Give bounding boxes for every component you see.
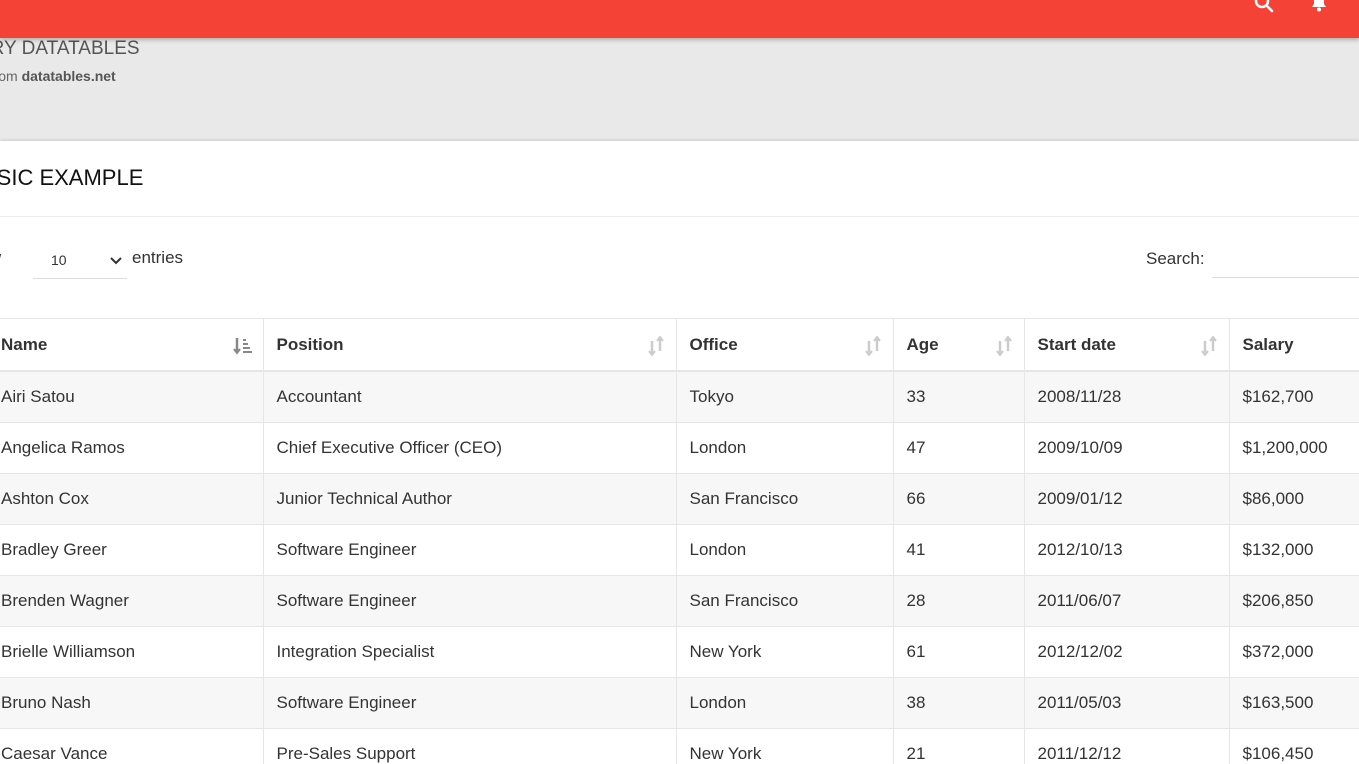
- cell-start-date: 2009/01/12: [1023, 473, 1229, 525]
- sort-both-icon: [646, 335, 666, 357]
- cell-position: Chief Executive Officer (CEO): [262, 422, 676, 474]
- column-header-age[interactable]: Age: [892, 318, 1024, 372]
- column-header-label: Position: [276, 334, 344, 354]
- cell-salary: $162,700: [1228, 371, 1359, 423]
- cell-position: Software Engineer: [262, 575, 676, 627]
- column-header-office[interactable]: Office: [675, 318, 893, 372]
- column-header-start-date[interactable]: Start date: [1023, 318, 1229, 372]
- column-header-label: Salary: [1242, 334, 1294, 354]
- card-divider: [0, 216, 1359, 217]
- cell-office: London: [675, 677, 893, 729]
- cell-name: Brielle Williamson: [0, 626, 263, 678]
- sort-both-icon: [994, 335, 1014, 357]
- column-header-name[interactable]: Name: [0, 318, 263, 372]
- page-title: ERY DATATABLES: [0, 38, 140, 59]
- cell-name: Airi Satou: [0, 371, 263, 423]
- cell-age: 21: [892, 728, 1024, 764]
- column-header-salary[interactable]: Salary: [1228, 318, 1359, 372]
- cell-position: Integration Specialist: [262, 626, 676, 678]
- cell-age: 41: [892, 524, 1024, 576]
- cell-office: London: [675, 422, 893, 474]
- cell-salary: $163,500: [1228, 677, 1359, 729]
- table-row: Angelica Ramos Chief Executive Officer (…: [0, 422, 1359, 474]
- data-table: Name Position Office Age Start date Sala…: [0, 318, 1359, 764]
- cell-office: London: [675, 524, 893, 576]
- datatable-card: ASIC EXAMPLE how 10 entries Search: Name: [0, 141, 1359, 764]
- cell-name: Brenden Wagner: [0, 575, 263, 627]
- top-navbar: [0, 0, 1359, 38]
- cell-position: Pre-Sales Support: [262, 728, 676, 764]
- cell-name: Bruno Nash: [0, 677, 263, 729]
- table-row: Caesar Vance Pre-Sales Support New York …: [0, 728, 1359, 764]
- cell-position: Software Engineer: [262, 524, 676, 576]
- table-row: Bradley Greer Software Engineer London 4…: [0, 524, 1359, 576]
- cell-age: 47: [892, 422, 1024, 474]
- table-row: Airi Satou Accountant Tokyo 33 2008/11/2…: [0, 371, 1359, 423]
- column-header-label: Start date: [1037, 334, 1116, 354]
- datatables-link[interactable]: datatables.net: [22, 68, 116, 84]
- cell-position: Accountant: [262, 371, 676, 423]
- cell-salary: $1,200,000: [1228, 422, 1359, 474]
- subtitle-prefix: n from: [0, 68, 18, 84]
- cell-office: New York: [675, 728, 893, 764]
- entries-length-value: 10: [51, 252, 67, 268]
- block-header: [0, 38, 1359, 141]
- column-header-label: Name: [1, 334, 48, 354]
- sort-ascending-icon: [232, 336, 253, 356]
- bell-icon[interactable]: [1308, 0, 1330, 14]
- sort-both-icon: [863, 335, 883, 357]
- show-label: how: [0, 248, 1, 268]
- cell-name: Angelica Ramos: [0, 422, 263, 474]
- cell-name: Ashton Cox: [0, 473, 263, 525]
- cell-office: New York: [675, 626, 893, 678]
- search-icon[interactable]: [1253, 0, 1275, 14]
- chevron-down-icon: [109, 254, 123, 268]
- card-title: ASIC EXAMPLE: [0, 165, 144, 190]
- cell-age: 28: [892, 575, 1024, 627]
- entries-label: entries: [132, 248, 184, 267]
- cell-start-date: 2009/10/09: [1023, 422, 1229, 474]
- cell-name: Bradley Greer: [0, 524, 263, 576]
- entries-length-select[interactable]: 10: [33, 242, 127, 279]
- cell-salary: $372,000: [1228, 626, 1359, 678]
- search-input[interactable]: [1212, 242, 1359, 278]
- cell-age: 33: [892, 371, 1024, 423]
- cell-salary: $132,000: [1228, 524, 1359, 576]
- cell-office: Tokyo: [675, 371, 893, 423]
- page-subtitle: n from datatables.net: [0, 68, 116, 84]
- cell-start-date: 2012/10/13: [1023, 524, 1229, 576]
- cell-age: 66: [892, 473, 1024, 525]
- cell-salary: $86,000: [1228, 473, 1359, 525]
- cell-position: Junior Technical Author: [262, 473, 676, 525]
- table-row: Brenden Wagner Software Engineer San Fra…: [0, 575, 1359, 627]
- cell-office: San Francisco: [675, 473, 893, 525]
- table-row: Ashton Cox Junior Technical Author San F…: [0, 473, 1359, 525]
- column-header-label: Office: [689, 334, 738, 354]
- cell-salary: $106,450: [1228, 728, 1359, 764]
- search-label: Search:: [1146, 249, 1205, 268]
- cell-age: 61: [892, 626, 1024, 678]
- cell-start-date: 2011/05/03: [1023, 677, 1229, 729]
- cell-start-date: 2012/12/02: [1023, 626, 1229, 678]
- cell-start-date: 2008/11/28: [1023, 371, 1229, 423]
- column-header-label: Age: [906, 334, 939, 354]
- cell-start-date: 2011/06/07: [1023, 575, 1229, 627]
- sort-both-icon: [1199, 335, 1219, 357]
- cell-office: San Francisco: [675, 575, 893, 627]
- cell-age: 38: [892, 677, 1024, 729]
- table-row: Bruno Nash Software Engineer London 38 2…: [0, 677, 1359, 729]
- cell-start-date: 2011/12/12: [1023, 728, 1229, 764]
- column-header-position[interactable]: Position: [262, 318, 676, 372]
- cell-salary: $206,850: [1228, 575, 1359, 627]
- table-row: Brielle Williamson Integration Specialis…: [0, 626, 1359, 678]
- table-header-row: Name Position Office Age Start date Sala…: [0, 318, 1359, 372]
- cell-name: Caesar Vance: [0, 728, 263, 764]
- cell-position: Software Engineer: [262, 677, 676, 729]
